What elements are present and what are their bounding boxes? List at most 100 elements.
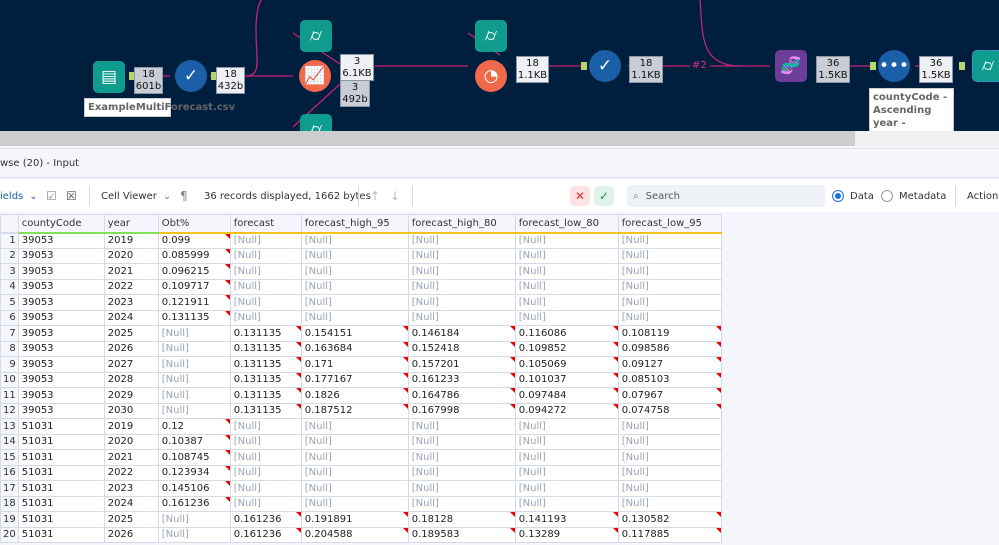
table-cell[interactable]: 39053 [18,310,104,326]
table-cell[interactable]: [Null] [618,279,721,295]
table-cell[interactable]: 0.130582 [618,512,721,528]
table-cell[interactable]: [Null] [408,450,515,466]
table-cell[interactable]: 2030 [104,403,158,419]
table-cell[interactable]: 51031 [18,419,104,435]
table-cell[interactable]: [Null] [301,233,408,249]
table-cell[interactable]: [Null] [301,264,408,280]
table-cell[interactable]: [Null] [618,233,721,249]
table-cell[interactable]: 2021 [104,264,158,280]
table-cell[interactable]: 0.187512 [301,403,408,419]
table-cell[interactable]: [Null] [158,403,230,419]
table-cell[interactable]: [Null] [158,357,230,373]
table-cell[interactable]: 2023 [104,481,158,497]
table-cell[interactable]: [Null] [408,419,515,435]
table-cell[interactable]: [Null] [408,465,515,481]
table-cell[interactable]: [Null] [515,264,618,280]
table-cell[interactable]: 2026 [104,527,158,543]
table-cell[interactable]: [Null] [230,450,301,466]
table-cell[interactable]: 51031 [18,434,104,450]
table-cell[interactable]: 0.1826 [301,388,408,404]
table-cell[interactable]: [Null] [230,496,301,512]
table-cell[interactable]: 0.094272 [515,403,618,419]
table-cell[interactable]: 2023 [104,295,158,311]
table-cell[interactable]: 0.131135 [230,403,301,419]
arrow-down-icon[interactable]: ↓ [390,180,400,212]
table-cell[interactable]: [Null] [230,279,301,295]
success-filter-button[interactable]: ✓ [594,186,614,206]
table-cell[interactable]: 2024 [104,310,158,326]
table-cell[interactable]: 0.07967 [618,388,721,404]
table-cell[interactable]: [Null] [408,233,515,249]
arrow-up-icon[interactable]: ↑ [370,180,380,212]
table-row[interactable]: 135103120190.12[Null][Null][Null][Null][… [1,419,722,435]
table-row[interactable]: 145103120200.10387[Null][Null][Null][Nul… [1,434,722,450]
table-cell[interactable]: [Null] [230,248,301,264]
binoculars-icon[interactable]: ⌭ [300,20,332,52]
table-row[interactable]: 165103120220.123934[Null][Null][Null][Nu… [1,465,722,481]
table-cell[interactable]: [Null] [515,295,618,311]
table-cell[interactable]: 0.116086 [515,326,618,342]
table-cell[interactable]: 2019 [104,233,158,249]
table-cell[interactable]: 0.191891 [301,512,408,528]
table-cell[interactable]: 0.157201 [408,357,515,373]
table-row[interactable]: 7390532025[Null]0.1311350.1541510.146184… [1,326,722,342]
table-cell[interactable]: [Null] [230,310,301,326]
table-cell[interactable]: 0.131135 [230,326,301,342]
column-header[interactable]: year [104,215,158,233]
table-cell[interactable]: 2020 [104,434,158,450]
table-cell[interactable]: 0.131135 [230,388,301,404]
table-cell[interactable]: 0.204588 [301,527,408,543]
table-cell[interactable]: 0.108745 [158,450,230,466]
table-cell[interactable]: 0.109852 [515,341,618,357]
cell-viewer-dropdown[interactable]: Cell Viewer⌄ [101,180,171,212]
table-cell[interactable]: 0.131135 [230,357,301,373]
table-cell[interactable]: 0.171 [301,357,408,373]
table-cell[interactable]: 0.161236 [230,512,301,528]
table-cell[interactable]: 2024 [104,496,158,512]
table-cell[interactable]: 2028 [104,372,158,388]
actions-menu[interactable]: Actions [967,180,999,212]
table-cell[interactable]: [Null] [301,248,408,264]
input-anchor[interactable] [870,62,876,70]
table-cell[interactable]: 2027 [104,357,158,373]
deselect-icon[interactable]: ☒ [66,180,77,212]
table-cell[interactable]: [Null] [230,233,301,249]
table-cell[interactable]: 0.10387 [158,434,230,450]
table-cell[interactable]: 0.161236 [230,527,301,543]
table-row[interactable]: 155103120210.108745[Null][Null][Null][Nu… [1,450,722,466]
canvas-horizontal-scrollbar[interactable] [0,131,999,146]
input-anchor[interactable] [581,62,587,70]
table-cell[interactable]: 2025 [104,326,158,342]
table-cell[interactable]: 39053 [18,388,104,404]
check-icon[interactable]: ✓ [175,60,207,92]
table-cell[interactable]: [Null] [515,233,618,249]
table-cell[interactable]: [Null] [618,248,721,264]
table-cell[interactable]: 0.131135 [230,372,301,388]
table-cell[interactable]: [Null] [515,465,618,481]
table-cell[interactable]: [Null] [618,419,721,435]
data-radio[interactable]: Data [832,180,874,212]
binoculars-icon[interactable]: ⌭ [475,20,507,52]
table-cell[interactable]: 2025 [104,512,158,528]
table-cell[interactable]: [Null] [618,465,721,481]
table-row[interactable]: 185103120240.161236[Null][Null][Null][Nu… [1,496,722,512]
chart-icon[interactable]: 📈 [299,60,331,92]
table-cell[interactable]: [Null] [158,527,230,543]
table-cell[interactable]: 0.152418 [408,341,515,357]
table-cell[interactable]: 51031 [18,450,104,466]
table-cell[interactable]: [Null] [408,496,515,512]
table-row[interactable]: 53905320230.121911[Null][Null][Null][Nul… [1,295,722,311]
table-cell[interactable]: 39053 [18,357,104,373]
checkbox-icon[interactable]: ☑ [46,180,57,212]
table-cell[interactable]: 0.105069 [515,357,618,373]
table-cell[interactable]: 0.189583 [408,527,515,543]
table-row[interactable]: 12390532030[Null]0.1311350.1875120.16799… [1,403,722,419]
table-cell[interactable]: 0.161236 [158,496,230,512]
table-cell[interactable]: 0.154151 [301,326,408,342]
table-cell[interactable]: 39053 [18,248,104,264]
table-cell[interactable]: 39053 [18,279,104,295]
table-cell[interactable]: 2022 [104,279,158,295]
table-cell[interactable]: 2029 [104,388,158,404]
column-header[interactable]: countyCode [18,215,104,233]
table-cell[interactable]: [Null] [515,434,618,450]
